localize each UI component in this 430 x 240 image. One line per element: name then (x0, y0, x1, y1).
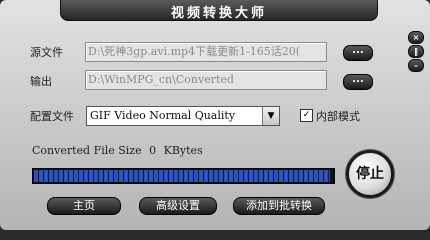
app-window: 视频转换大师 × ‖ – 源文件 D:\死神3gp.avi.mp4下载更新1-1… (0, 0, 430, 230)
file-size-unit: KBytes (163, 144, 203, 157)
internal-mode-label: 内部模式 (316, 110, 360, 123)
stop-button[interactable]: 停止 (346, 150, 394, 198)
chevron-down-icon[interactable]: ▼ (262, 107, 279, 125)
output-folder-field[interactable]: D:\WinMPG_cn\Converted (85, 70, 327, 90)
restore-button[interactable]: ‖ (408, 45, 424, 58)
output-label: 输出 (30, 75, 52, 88)
file-size-readout: Converted File Size 0 KBytes (32, 144, 203, 157)
source-file-label: 源文件 (30, 46, 63, 59)
progress-fill (34, 170, 330, 182)
add-to-batch-button[interactable]: 添加到批转换 (233, 197, 325, 215)
source-browse-button[interactable]: ... (343, 45, 373, 61)
output-browse-button[interactable]: ... (343, 74, 373, 90)
close-button[interactable]: × (408, 31, 424, 44)
internal-mode-checkbox[interactable]: ✓ (300, 109, 313, 122)
config-select[interactable]: GIF Video Normal Quality ▼ (86, 106, 280, 126)
file-size-value: 0 (149, 144, 157, 157)
config-selected-value: GIF Video Normal Quality (90, 109, 236, 122)
home-button[interactable]: 主页 (47, 197, 121, 215)
advanced-settings-button[interactable]: 高级设置 (139, 197, 217, 215)
title-bar[interactable]: 视频转换大师 (60, 0, 378, 21)
source-file-field[interactable]: D:\死神3gp.avi.mp4下载更新1-165话20( (85, 42, 327, 62)
conversion-progress-bar (32, 168, 335, 184)
config-label: 配置文件 (30, 110, 74, 123)
window-title: 视频转换大师 (170, 6, 267, 21)
file-size-label: Converted File Size (32, 144, 142, 157)
minimize-button[interactable]: – (408, 59, 424, 72)
